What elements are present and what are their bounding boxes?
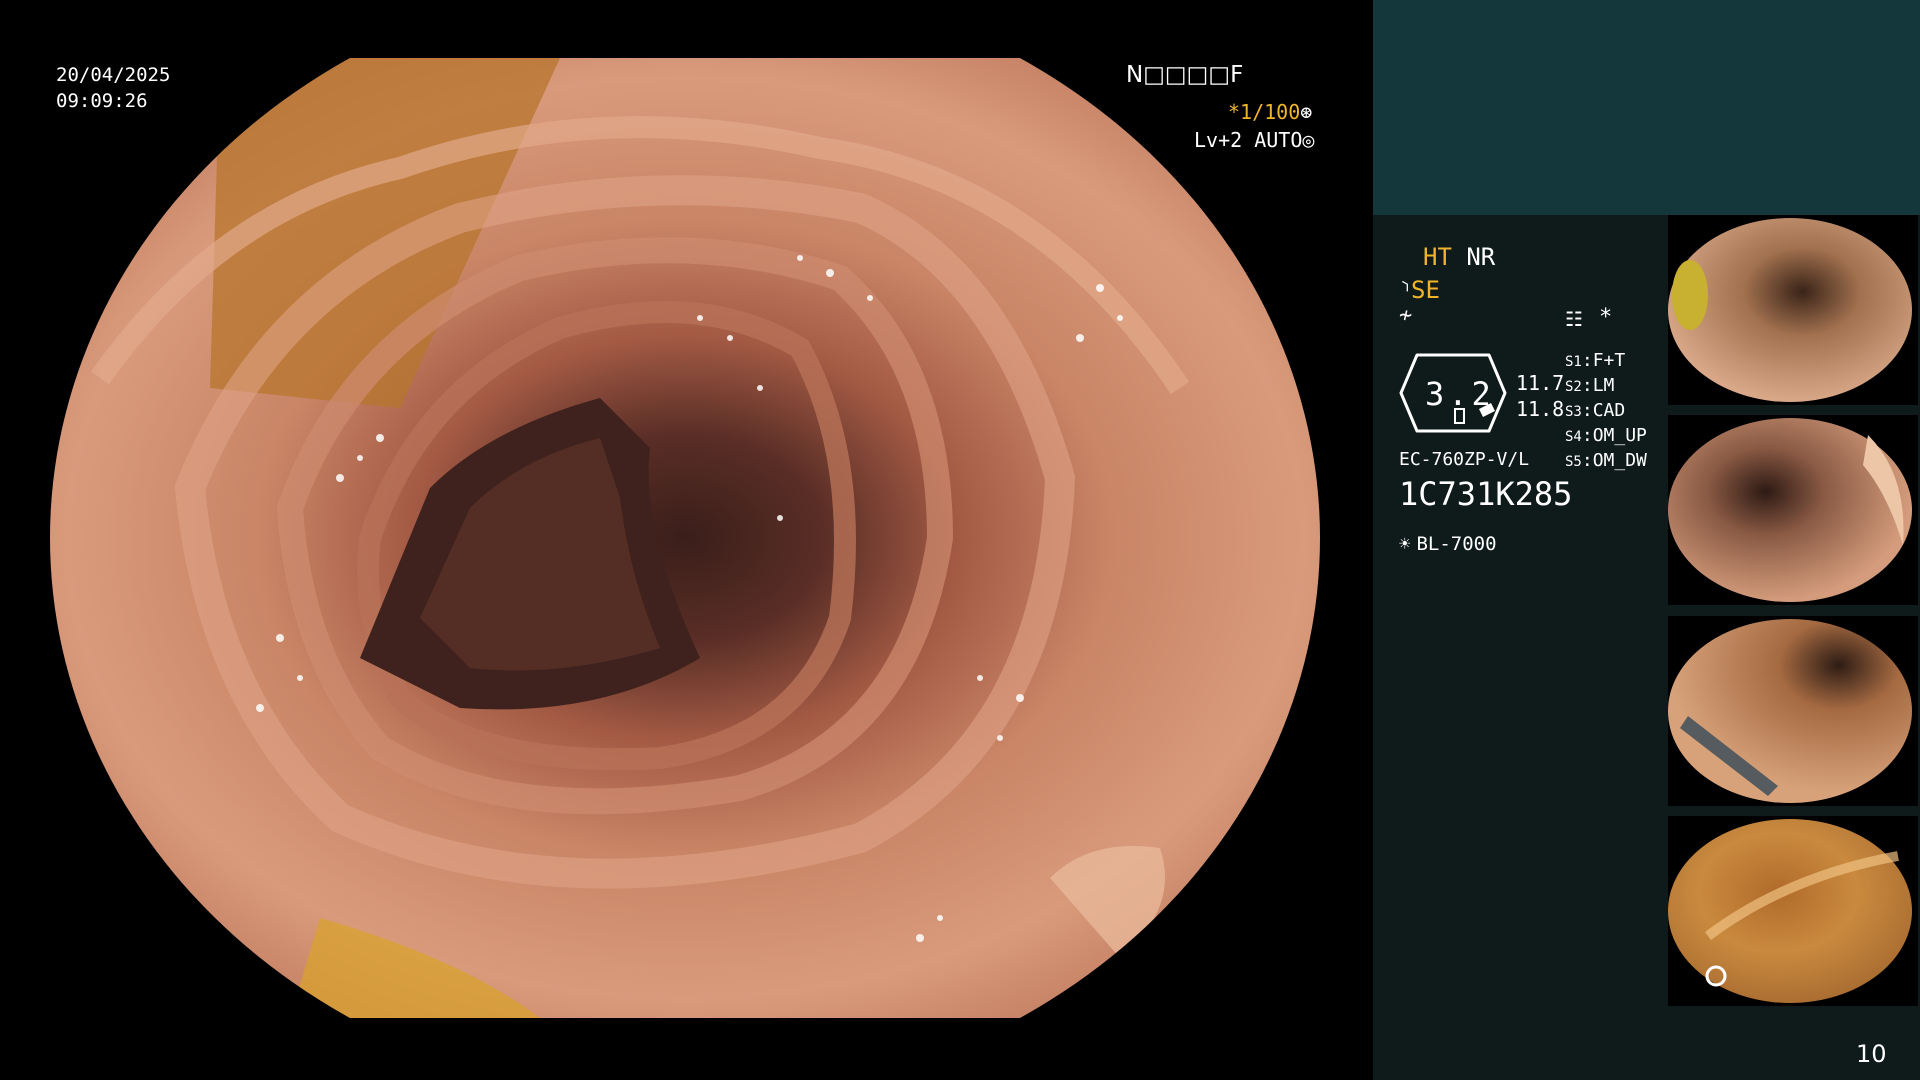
date-time-display: 20/04/2025 09:09:26 (56, 62, 170, 114)
scope-serial: 1C731K285 (1399, 475, 1573, 513)
aperture-icon: ⊛ (1300, 100, 1313, 124)
thumbnail-image (1668, 619, 1912, 803)
ht-label: HT (1423, 243, 1452, 271)
setting-s3: S3:CAD (1565, 400, 1626, 421)
light-source-icon: ☀ (1399, 533, 1411, 555)
setting-value: OM_UP (1592, 425, 1647, 446)
thumbnail-image (1668, 218, 1912, 402)
setting-key: S5 (1565, 454, 1582, 470)
scope-model: EC-760ZP-V/L (1399, 449, 1530, 470)
procedure-id: N□□□□F (1126, 62, 1244, 88)
brightness-level: Lv+2 AUTO◎ (1194, 127, 1314, 153)
endoscope-display: 20/04/2025 09:09:26 N□□□□F *1/100⊛ Lv+2 … (0, 0, 1373, 1080)
shutter-label: *1/100 (1228, 100, 1301, 124)
info-panel-header (1373, 0, 1920, 215)
setting-key: S1 (1565, 354, 1582, 370)
setting-key: S3 (1565, 404, 1582, 420)
setting-s1: S1:F+T (1565, 350, 1626, 371)
structure-enhance-icon: ⸃ (1399, 276, 1411, 304)
setting-key: S4 (1565, 429, 1582, 445)
auto-iris-icon: ◎ (1302, 128, 1315, 152)
setting-value: LM (1592, 375, 1615, 396)
value-upper: 11.7 (1516, 371, 1565, 395)
capture-thumbnail[interactable] (1668, 415, 1918, 605)
record-menu-icon: ☷ (1565, 307, 1583, 331)
star-marker: * (1599, 305, 1613, 330)
endoscopic-image (40, 58, 1330, 1018)
nr-label: NR (1466, 243, 1496, 271)
capture-thumbnail[interactable] (1668, 816, 1918, 1006)
setting-value: F+T (1592, 350, 1626, 371)
setting-s5: S5:OM_DW (1565, 450, 1647, 471)
setting-value: CAD (1592, 400, 1626, 421)
thumbnail-image (1668, 819, 1912, 1003)
thumbnail-image (1668, 418, 1912, 602)
setting-s2: S2:LM (1565, 375, 1615, 396)
light-source: ☀ BL-7000 (1399, 533, 1497, 555)
color-enhance-icon: ≁ (1399, 303, 1413, 328)
level-label: Lv+2 AUTO (1194, 128, 1303, 152)
setting-value: OM_DW (1592, 450, 1647, 471)
setting-s4: S4:OM_UP (1565, 425, 1647, 446)
se-label: SE (1411, 276, 1440, 304)
setting-key: S2 (1565, 379, 1582, 395)
structure-enhancement: ⸃SE (1399, 273, 1440, 306)
date-label: 20/04/2025 (56, 64, 171, 86)
capture-thumbnail[interactable] (1668, 616, 1918, 806)
light-source-label: BL-7000 (1416, 533, 1497, 555)
value-lower: 11.8 (1516, 397, 1565, 421)
capture-thumbnail[interactable] (1668, 215, 1918, 405)
time-label: 09:09:26 (56, 90, 148, 112)
shutter-speed: *1/100⊛ (1228, 99, 1312, 125)
page-number: 10 (1856, 1040, 1887, 1068)
mode-indicator: HT NR (1423, 243, 1495, 271)
zoom-value: 3.2 (1425, 375, 1495, 413)
